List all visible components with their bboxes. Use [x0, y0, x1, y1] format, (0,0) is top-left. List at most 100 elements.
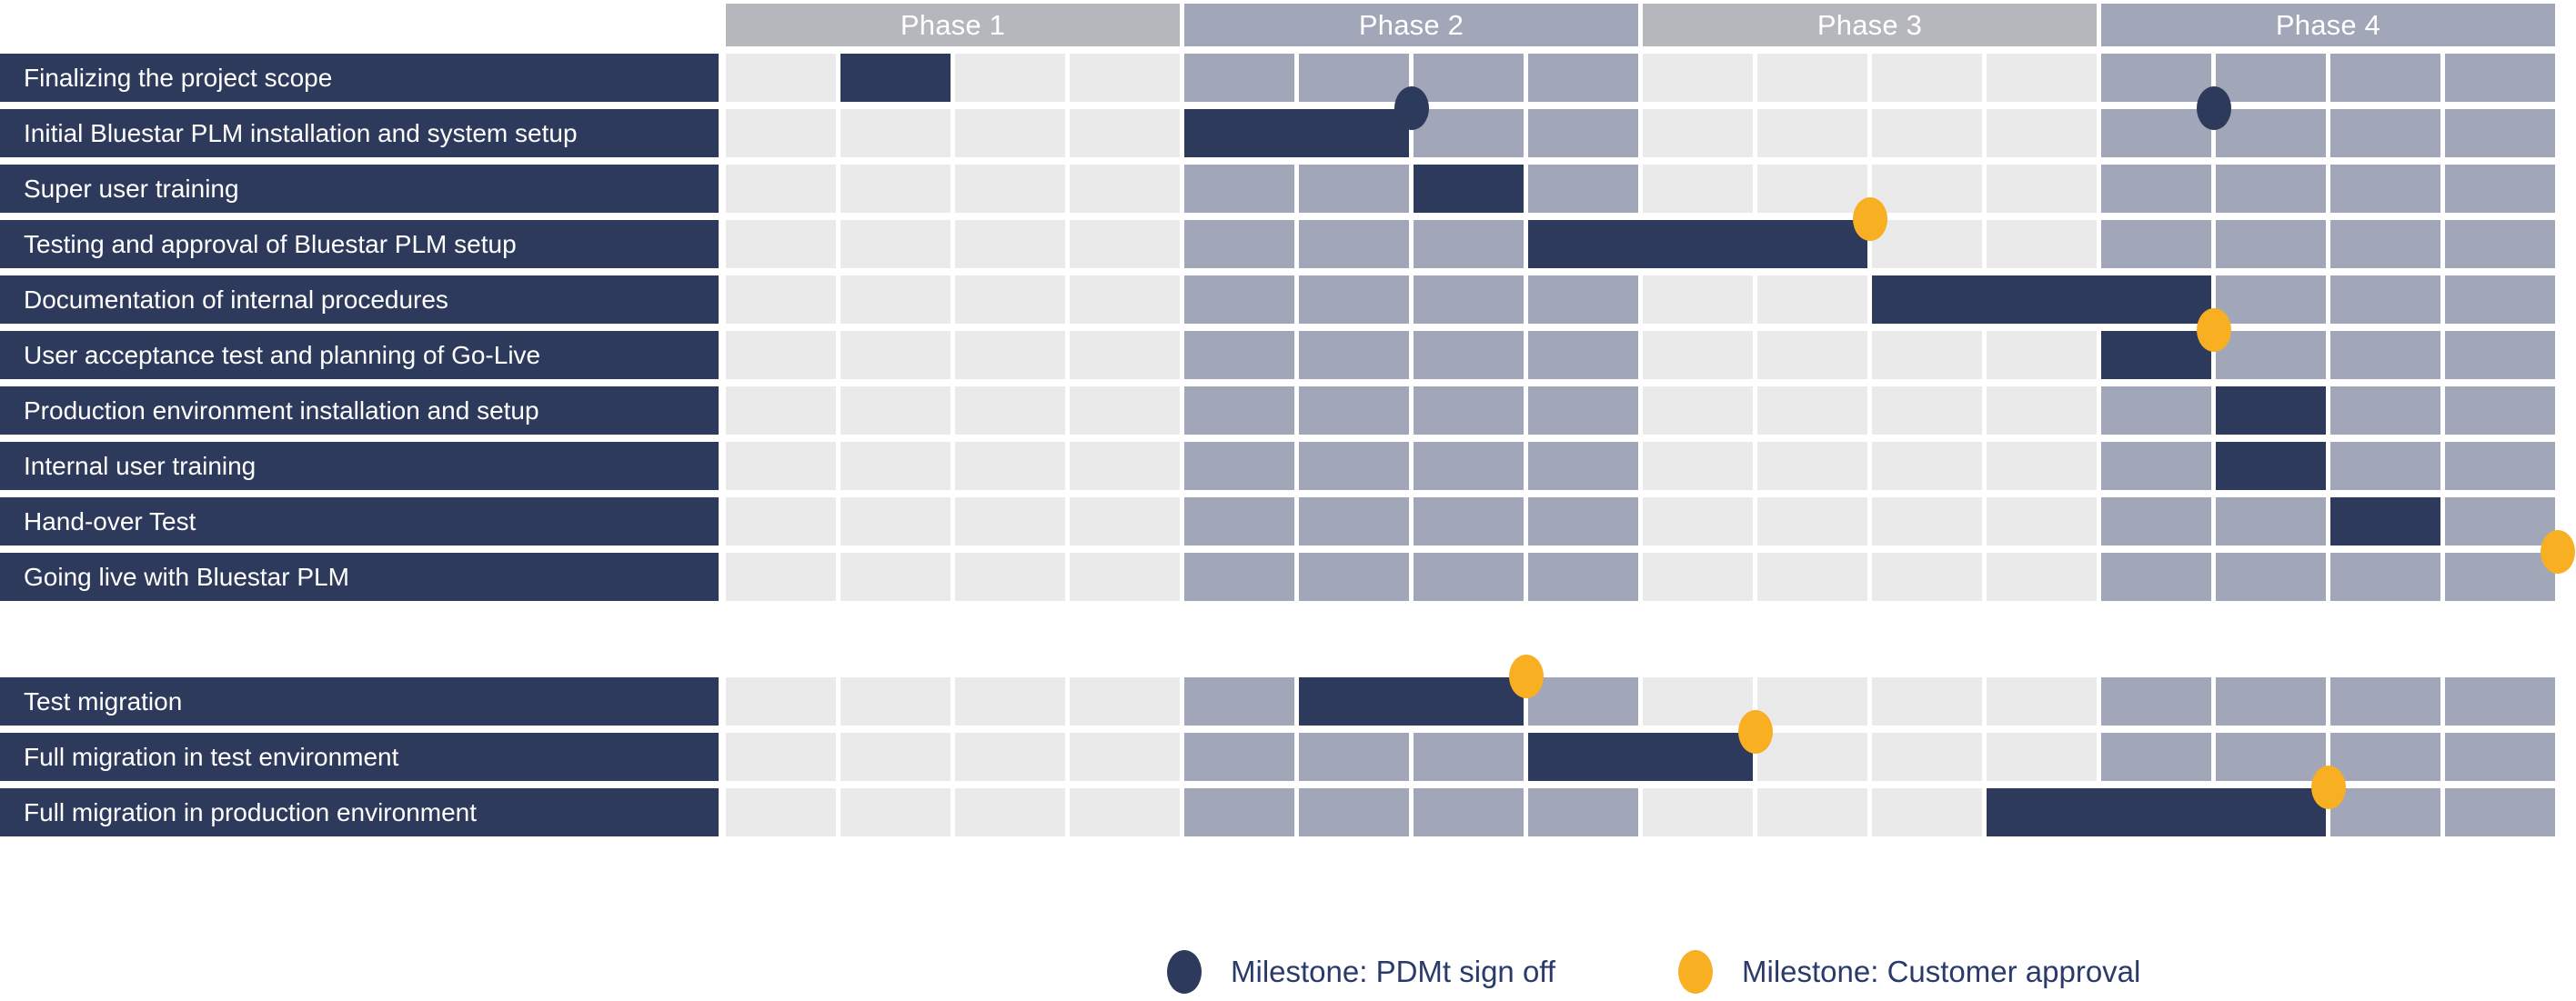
timeline-cell[interactable]	[1414, 331, 1524, 379]
task-label[interactable]: Full migration in production environment	[0, 788, 719, 836]
timeline-cell[interactable]	[955, 553, 1065, 601]
timeline-cell[interactable]	[2101, 553, 2211, 601]
timeline-cell[interactable]	[726, 220, 836, 268]
timeline-cell[interactable]	[1987, 442, 2097, 490]
legend-item[interactable]: Milestone: Customer approval	[1678, 942, 2140, 1001]
timeline-cell[interactable]	[1987, 109, 2097, 157]
timeline-cell[interactable]	[2445, 442, 2555, 490]
timeline-cell[interactable]	[1872, 677, 1982, 726]
task-bar[interactable]	[1987, 788, 2326, 836]
timeline-cell[interactable]	[2445, 275, 2555, 324]
task-bar[interactable]	[2216, 442, 2326, 490]
timeline-cell[interactable]	[1070, 386, 1180, 435]
timeline-cell[interactable]	[1872, 220, 1982, 268]
timeline-cell[interactable]	[726, 677, 836, 726]
timeline-cell[interactable]	[1643, 442, 1753, 490]
task-bar[interactable]	[2101, 331, 2211, 379]
timeline-cell[interactable]	[1184, 331, 1294, 379]
timeline-cell[interactable]	[1184, 788, 1294, 836]
timeline-cell[interactable]	[1528, 331, 1638, 379]
timeline-cell[interactable]	[1872, 497, 1982, 546]
timeline-cell[interactable]	[1414, 275, 1524, 324]
timeline-cell[interactable]	[2445, 54, 2555, 102]
timeline-cell[interactable]	[726, 553, 836, 601]
timeline-cell[interactable]	[1643, 553, 1753, 601]
timeline-cell[interactable]	[726, 54, 836, 102]
milestone-customer-marker[interactable]	[2310, 766, 2346, 809]
timeline-cell[interactable]	[1528, 54, 1638, 102]
timeline-cell[interactable]	[1299, 275, 1409, 324]
timeline-cell[interactable]	[955, 386, 1065, 435]
timeline-cell[interactable]	[1987, 386, 2097, 435]
timeline-cell[interactable]	[2445, 733, 2555, 781]
task-bar[interactable]	[1299, 677, 1524, 726]
timeline-cell[interactable]	[840, 788, 951, 836]
timeline-cell[interactable]	[1528, 275, 1638, 324]
timeline-cell[interactable]	[1070, 733, 1180, 781]
timeline-cell[interactable]	[1070, 54, 1180, 102]
timeline-cell[interactable]	[726, 386, 836, 435]
timeline-cell[interactable]	[955, 497, 1065, 546]
timeline-cell[interactable]	[2216, 677, 2326, 726]
milestone-customer-marker[interactable]	[2196, 308, 2231, 352]
timeline-cell[interactable]	[2216, 220, 2326, 268]
timeline-cell[interactable]	[840, 220, 951, 268]
timeline-cell[interactable]	[2216, 497, 2326, 546]
task-bar[interactable]	[1528, 733, 1753, 781]
timeline-cell[interactable]	[2330, 733, 2440, 781]
timeline-cell[interactable]	[1757, 733, 1867, 781]
timeline-cell[interactable]	[840, 109, 951, 157]
timeline-cell[interactable]	[1070, 109, 1180, 157]
timeline-cell[interactable]	[1643, 54, 1753, 102]
timeline-cell[interactable]	[1757, 331, 1867, 379]
timeline-cell[interactable]	[1757, 442, 1867, 490]
milestone-customer-marker[interactable]	[1852, 197, 1887, 241]
task-label[interactable]: Finalizing the project scope	[0, 54, 719, 102]
timeline-cell[interactable]	[1872, 165, 1982, 213]
timeline-cell[interactable]	[2330, 220, 2440, 268]
timeline-cell[interactable]	[1184, 677, 1294, 726]
timeline-cell[interactable]	[2330, 165, 2440, 213]
task-label[interactable]: Going live with Bluestar PLM	[0, 553, 719, 601]
timeline-cell[interactable]	[1299, 788, 1409, 836]
timeline-cell[interactable]	[1643, 275, 1753, 324]
timeline-cell[interactable]	[840, 497, 951, 546]
timeline-cell[interactable]	[2101, 442, 2211, 490]
timeline-cell[interactable]	[955, 220, 1065, 268]
timeline-cell[interactable]	[2445, 788, 2555, 836]
timeline-cell[interactable]	[2330, 442, 2440, 490]
timeline-cell[interactable]	[1070, 275, 1180, 324]
task-label[interactable]: Initial Bluestar PLM installation and sy…	[0, 109, 719, 157]
timeline-cell[interactable]	[1299, 331, 1409, 379]
timeline-cell[interactable]	[2101, 165, 2211, 213]
timeline-cell[interactable]	[726, 442, 836, 490]
timeline-cell[interactable]	[1643, 109, 1753, 157]
timeline-cell[interactable]	[955, 788, 1065, 836]
task-bar[interactable]	[1184, 109, 1409, 157]
timeline-cell[interactable]	[1528, 677, 1638, 726]
timeline-cell[interactable]	[1070, 442, 1180, 490]
timeline-cell[interactable]	[1643, 677, 1753, 726]
timeline-cell[interactable]	[955, 54, 1065, 102]
timeline-cell[interactable]	[1299, 497, 1409, 546]
timeline-cell[interactable]	[1299, 553, 1409, 601]
timeline-cell[interactable]	[2216, 54, 2326, 102]
timeline-cell[interactable]	[1414, 386, 1524, 435]
timeline-cell[interactable]	[1184, 386, 1294, 435]
timeline-cell[interactable]	[1184, 165, 1294, 213]
timeline-cell[interactable]	[2101, 386, 2211, 435]
task-label[interactable]: Test migration	[0, 677, 719, 726]
timeline-cell[interactable]	[1872, 733, 1982, 781]
timeline-cell[interactable]	[1757, 275, 1867, 324]
task-label[interactable]: Full migration in test environment	[0, 733, 719, 781]
timeline-cell[interactable]	[1987, 733, 2097, 781]
timeline-cell[interactable]	[1414, 553, 1524, 601]
timeline-cell[interactable]	[840, 275, 951, 324]
task-bar[interactable]	[2330, 497, 2440, 546]
timeline-cell[interactable]	[1528, 442, 1638, 490]
timeline-cell[interactable]	[726, 165, 836, 213]
timeline-cell[interactable]	[1987, 220, 2097, 268]
timeline-cell[interactable]	[726, 497, 836, 546]
timeline-cell[interactable]	[2216, 275, 2326, 324]
timeline-cell[interactable]	[1299, 442, 1409, 490]
